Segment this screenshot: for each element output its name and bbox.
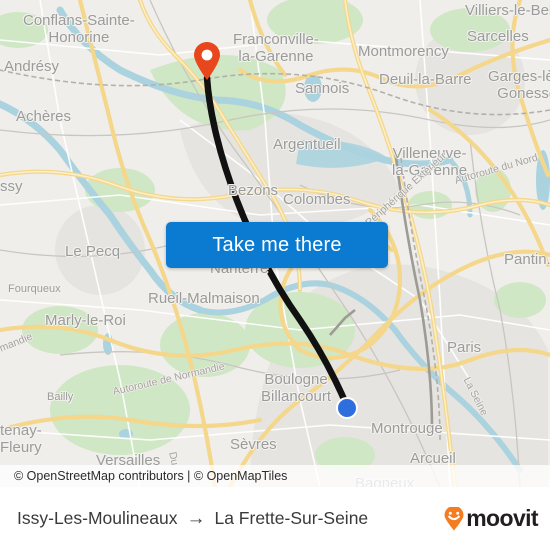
map-canvas[interactable]: Conflans-Sainte- Honorine Andrésy Achère… <box>0 0 550 487</box>
moovit-logo[interactable]: moovit <box>443 505 539 532</box>
route-destination-label: La Frette-Sur-Seine <box>214 508 369 528</box>
footer-bar: Issy-Les-Moulineaux → La Frette-Sur-Sein… <box>0 487 550 550</box>
moovit-wordmark: moovit <box>466 505 538 531</box>
take-me-there-button[interactable]: Take me there <box>166 222 388 268</box>
moovit-pin-icon <box>444 506 464 530</box>
route-origin-label: Issy-Les-Moulineaux <box>17 508 178 528</box>
route-summary: Issy-Les-Moulineaux → La Frette-Sur-Sein… <box>17 508 443 530</box>
map-pin-icon <box>194 42 220 80</box>
moovit-route-map-card: Conflans-Sainte- Honorine Andrésy Achère… <box>0 0 550 550</box>
map-attribution[interactable]: © OpenStreetMap contributors | © OpenMap… <box>0 465 550 487</box>
destination-marker-dot[interactable] <box>336 397 358 419</box>
origin-marker-pin[interactable] <box>192 41 222 81</box>
arrow-right-icon: → <box>186 507 206 529</box>
